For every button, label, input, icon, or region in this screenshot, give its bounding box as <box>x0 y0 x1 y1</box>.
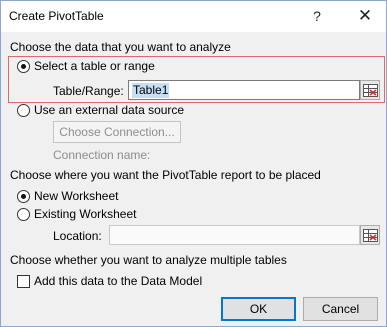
ok-button[interactable]: OK <box>221 297 296 321</box>
help-button[interactable]: ? <box>303 1 331 31</box>
title-bar: Create PivotTable ? ✕ <box>1 1 386 32</box>
data-section-heading: Choose the data that you want to analyze <box>10 40 231 54</box>
location-label: Location: <box>53 229 102 243</box>
choose-connection-button[interactable]: Choose Connection... <box>53 121 181 143</box>
connection-name-label: Connection name: <box>53 148 151 162</box>
range-selector-icon <box>363 229 378 242</box>
data-model-checkbox[interactable] <box>17 275 30 288</box>
external-source-label[interactable]: Use an external data source <box>34 103 184 117</box>
create-pivottable-dialog: Create PivotTable ? ✕ Choose the data th… <box>0 0 387 327</box>
select-table-label[interactable]: Select a table or range <box>34 59 155 73</box>
close-button[interactable]: ✕ <box>344 1 386 31</box>
placement-section-heading: Choose where you want the PivotTable rep… <box>10 168 321 182</box>
cancel-button[interactable]: Cancel <box>303 297 378 321</box>
table-range-label: Table/Range: <box>53 84 124 98</box>
dialog-title: Create PivotTable <box>9 9 104 23</box>
range-selector-icon <box>363 84 378 97</box>
location-selector-button[interactable] <box>360 225 380 245</box>
new-worksheet-radio[interactable] <box>17 190 30 203</box>
existing-worksheet-label[interactable]: Existing Worksheet <box>34 207 137 221</box>
data-model-label[interactable]: Add this data to the Data Model <box>34 274 202 288</box>
close-icon: ✕ <box>357 6 373 25</box>
table-range-selector-button[interactable] <box>360 80 380 100</box>
table-range-input[interactable]: Table1 <box>128 80 360 100</box>
external-source-radio[interactable] <box>17 104 30 117</box>
existing-worksheet-radio[interactable] <box>17 208 30 221</box>
new-worksheet-label[interactable]: New Worksheet <box>34 189 118 203</box>
table-range-value: Table1 <box>132 83 170 98</box>
multiple-tables-section-heading: Choose whether you want to analyze multi… <box>10 253 287 267</box>
select-table-radio[interactable] <box>17 60 30 73</box>
location-input[interactable] <box>109 225 360 245</box>
